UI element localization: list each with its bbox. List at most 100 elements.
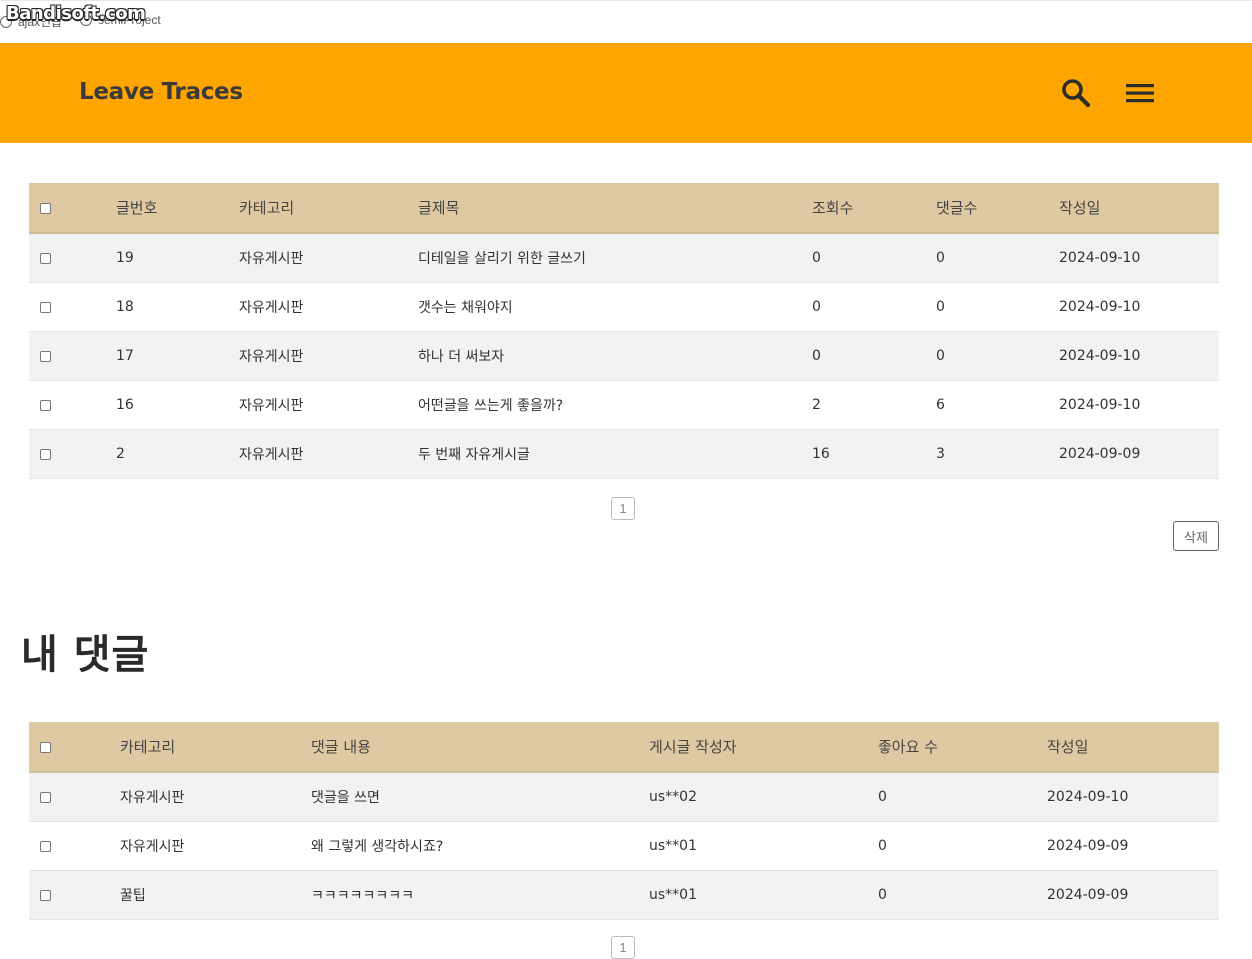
watermark: Bandisoft.com <box>6 3 146 24</box>
select-all-checkbox[interactable] <box>40 741 51 753</box>
post-comments: 0 <box>936 282 1059 332</box>
table-row[interactable]: 자유게시판 댓글을 쓰면 us**02 0 2024-09-10 <box>29 772 1219 822</box>
table-row[interactable]: 19 자유게시판 디테일을 살리기 위한 글쓰기 0 0 2024-09-10 <box>29 233 1219 283</box>
post-category: 자유게시판 <box>239 331 418 381</box>
checkbox-cell <box>29 380 76 430</box>
comment-likes: 0 <box>878 870 1047 920</box>
post-category: 자유게시판 <box>239 233 418 283</box>
column-header: 카테고리 <box>76 722 311 773</box>
post-date: 2024-09-10 <box>1059 380 1219 430</box>
site-logo[interactable]: Leave Traces <box>79 79 243 105</box>
post-comments: 0 <box>936 233 1059 283</box>
column-header: 좋아요 수 <box>878 722 1047 773</box>
column-header: 댓글 내용 <box>311 722 649 773</box>
checkbox-cell <box>29 429 76 479</box>
row-checkbox[interactable] <box>40 840 51 852</box>
post-date: 2024-09-10 <box>1059 282 1219 332</box>
post-comments: 6 <box>936 380 1059 430</box>
table-header-row: 카테고리 댓글 내용 게시글 작성자 좋아요 수 작성일 <box>29 722 1219 773</box>
pagination-page-1[interactable]: 1 <box>611 497 635 520</box>
post-views: 0 <box>812 233 936 283</box>
post-number: 18 <box>76 282 239 332</box>
post-views: 0 <box>812 331 936 381</box>
post-title-link[interactable]: 하나 더 써보자 <box>418 331 812 381</box>
pagination-page-1[interactable]: 1 <box>611 936 635 959</box>
column-header: 게시글 작성자 <box>649 722 878 773</box>
search-icon <box>1062 79 1091 108</box>
post-date: 2024-09-09 <box>1059 429 1219 479</box>
column-header: 글번호 <box>76 183 239 234</box>
row-checkbox[interactable] <box>40 889 51 901</box>
column-header: 작성일 <box>1059 183 1219 234</box>
comment-content-link[interactable]: 왜 그렇게 생각하시죠? <box>311 821 649 871</box>
table-row[interactable]: 자유게시판 왜 그렇게 생각하시죠? us**01 0 2024-09-09 <box>29 821 1219 871</box>
bookmarks-bar: ajax연습 semiProject Bandisoft.com <box>0 0 1252 43</box>
row-checkbox[interactable] <box>40 448 51 460</box>
checkbox-cell <box>29 233 76 283</box>
column-header: 댓글수 <box>936 183 1059 234</box>
my-comments-table: 카테고리 댓글 내용 게시글 작성자 좋아요 수 작성일 자유게시판 댓글을 쓰… <box>29 722 1219 920</box>
row-checkbox[interactable] <box>40 399 51 411</box>
post-views: 2 <box>812 380 936 430</box>
post-title-link[interactable]: 디테일을 살리기 위한 글쓰기 <box>418 233 812 283</box>
comment-post-author: us**02 <box>649 772 878 822</box>
post-views: 0 <box>812 282 936 332</box>
column-header: 카테고리 <box>239 183 418 234</box>
comment-content-link[interactable]: 댓글을 쓰면 <box>311 772 649 822</box>
column-header: 조회수 <box>812 183 936 234</box>
row-checkbox[interactable] <box>40 791 51 803</box>
post-number: 17 <box>76 331 239 381</box>
post-date: 2024-09-10 <box>1059 233 1219 283</box>
checkbox-cell <box>29 870 76 920</box>
post-category: 자유게시판 <box>239 282 418 332</box>
table-row[interactable]: 17 자유게시판 하나 더 써보자 0 0 2024-09-10 <box>29 331 1219 381</box>
checkbox-cell <box>29 772 76 822</box>
post-title-link[interactable]: 어떤글을 쓰는게 좋을까? <box>418 380 812 430</box>
comment-category: 자유게시판 <box>76 772 311 822</box>
select-all-cell <box>29 183 76 234</box>
post-number: 2 <box>76 429 239 479</box>
checkbox-cell <box>29 821 76 871</box>
comment-post-author: us**01 <box>649 821 878 871</box>
column-header: 글제목 <box>418 183 812 234</box>
table-header-row: 글번호 카테고리 글제목 조회수 댓글수 작성일 <box>29 183 1219 234</box>
post-number: 16 <box>76 380 239 430</box>
site-header: Leave Traces <box>0 43 1252 143</box>
hamburger-menu-icon <box>1126 84 1154 103</box>
checkbox-cell <box>29 331 76 381</box>
post-title-link[interactable]: 두 번째 자유게시글 <box>418 429 812 479</box>
row-checkbox[interactable] <box>40 350 51 362</box>
row-checkbox[interactable] <box>40 252 51 264</box>
post-category: 자유게시판 <box>239 429 418 479</box>
menu-button[interactable] <box>1124 79 1156 107</box>
post-date: 2024-09-10 <box>1059 331 1219 381</box>
comment-date: 2024-09-09 <box>1047 870 1219 920</box>
row-checkbox[interactable] <box>40 301 51 313</box>
select-all-checkbox[interactable] <box>40 202 51 214</box>
post-title-link[interactable]: 갯수는 채워야지 <box>418 282 812 332</box>
table-row[interactable]: 18 자유게시판 갯수는 채워야지 0 0 2024-09-10 <box>29 282 1219 332</box>
column-header: 작성일 <box>1047 722 1219 773</box>
post-category: 자유게시판 <box>239 380 418 430</box>
section-title: 내 댓글 <box>21 632 150 678</box>
checkbox-cell <box>29 282 76 332</box>
delete-button[interactable]: 삭제 <box>1173 521 1219 551</box>
comment-content-link[interactable]: ㅋㅋㅋㅋㅋㅋㅋㅋ <box>311 870 649 920</box>
comment-date: 2024-09-10 <box>1047 772 1219 822</box>
search-button[interactable] <box>1060 77 1092 109</box>
post-comments: 3 <box>936 429 1059 479</box>
comment-likes: 0 <box>878 821 1047 871</box>
comment-date: 2024-09-09 <box>1047 821 1219 871</box>
select-all-cell <box>29 722 76 773</box>
comment-likes: 0 <box>878 772 1047 822</box>
comment-category: 꿀팁 <box>76 870 311 920</box>
post-comments: 0 <box>936 331 1059 381</box>
my-posts-table: 글번호 카테고리 글제목 조회수 댓글수 작성일 19 자유게시판 디테일을 살… <box>29 183 1219 479</box>
table-row[interactable]: 꿀팁 ㅋㅋㅋㅋㅋㅋㅋㅋ us**01 0 2024-09-09 <box>29 870 1219 920</box>
table-row[interactable]: 2 자유게시판 두 번째 자유게시글 16 3 2024-09-09 <box>29 429 1219 479</box>
post-number: 19 <box>76 233 239 283</box>
comment-post-author: us**01 <box>649 870 878 920</box>
table-row[interactable]: 16 자유게시판 어떤글을 쓰는게 좋을까? 2 6 2024-09-10 <box>29 380 1219 430</box>
post-views: 16 <box>812 429 936 479</box>
comment-category: 자유게시판 <box>76 821 311 871</box>
